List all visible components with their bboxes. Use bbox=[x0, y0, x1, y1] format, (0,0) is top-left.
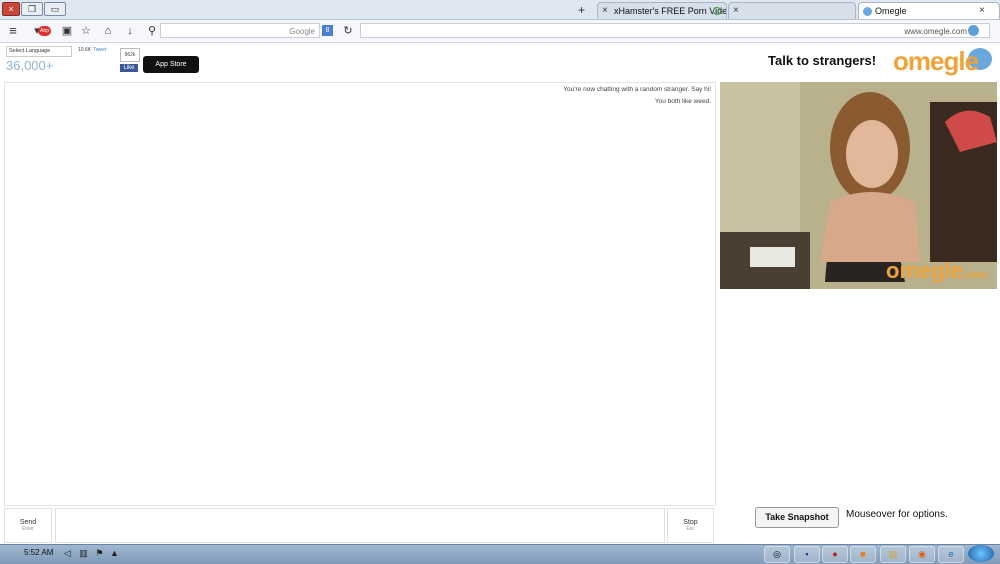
watermark-suffix: .com bbox=[963, 270, 987, 281]
system-message: You both like weed. bbox=[654, 98, 711, 105]
loading-icon bbox=[713, 7, 721, 15]
start-button[interactable] bbox=[968, 545, 994, 562]
stop-hint: Esc bbox=[686, 526, 695, 532]
reload-icon[interactable]: ↻ bbox=[341, 24, 355, 38]
mouseover-hint: Mouseover for options. bbox=[846, 509, 948, 520]
omegle-favicon-icon bbox=[863, 7, 872, 16]
restore-window-button[interactable]: ❐ bbox=[21, 2, 43, 16]
new-tab-button[interactable]: + bbox=[578, 3, 585, 17]
send-label: Send bbox=[19, 519, 37, 526]
clipboard-icon[interactable]: ▣ bbox=[60, 24, 74, 38]
tab-label: xHamster's FREE Porn Vide... bbox=[614, 6, 727, 16]
url-bar[interactable]: www.omegle.com bbox=[360, 23, 990, 38]
message-input[interactable] bbox=[55, 508, 665, 543]
photoshop-icon[interactable]: ▪ bbox=[794, 546, 820, 563]
tweet-button[interactable]: Tweet bbox=[93, 47, 106, 53]
close-tab-icon[interactable]: × bbox=[733, 3, 739, 19]
close-tab-icon[interactable]: × bbox=[979, 3, 985, 19]
send-hint: Enter bbox=[22, 526, 34, 532]
google-plus-count[interactable]: 10.6K bbox=[78, 47, 91, 53]
minimize-window-button[interactable]: ▭ bbox=[44, 2, 66, 16]
opera-icon[interactable]: ● bbox=[822, 546, 848, 563]
site-identity-icon[interactable] bbox=[968, 25, 979, 36]
chat-log: You're now chatting with a random strang… bbox=[4, 82, 716, 506]
home-icon[interactable]: ⌂ bbox=[101, 24, 115, 38]
internet-explorer-icon[interactable]: e bbox=[938, 546, 964, 563]
send-button[interactable]: Send Enter bbox=[4, 508, 52, 543]
like-count: 962k bbox=[120, 48, 140, 62]
app-icon[interactable]: ■ bbox=[850, 546, 876, 563]
action-center-icon[interactable]: ⚑ bbox=[94, 548, 105, 559]
facebook-like-button[interactable]: Like bbox=[120, 64, 138, 72]
online-count: 36,000+ bbox=[6, 58, 53, 73]
app-store-button[interactable]: App Store bbox=[143, 56, 199, 73]
download-icon[interactable]: ↓ bbox=[123, 24, 137, 38]
file-explorer-icon[interactable]: ▤ bbox=[880, 546, 906, 563]
adblock-badge[interactable]: Abp bbox=[38, 26, 51, 36]
watermark-text: omegle bbox=[886, 258, 964, 283]
search-icon[interactable]: ⚲ bbox=[145, 24, 159, 38]
firefox-icon[interactable]: ◉ bbox=[909, 546, 935, 563]
show-hidden-icons-button[interactable]: ▲ bbox=[109, 548, 120, 559]
tab-label: Omegle bbox=[875, 6, 907, 16]
tab-blank[interactable]: × bbox=[728, 2, 856, 19]
online-count-value: 36,000+ bbox=[6, 58, 54, 73]
search-input[interactable]: Google bbox=[160, 23, 320, 38]
tab-xhamster[interactable]: × xHamster's FREE Porn Vide... bbox=[597, 2, 727, 19]
menu-icon[interactable]: ≡ bbox=[6, 24, 20, 38]
network-icon[interactable]: ▥ bbox=[78, 548, 89, 559]
show-desktop-button[interactable] bbox=[6, 548, 17, 559]
take-snapshot-button[interactable]: Take Snapshot bbox=[755, 507, 839, 528]
app-store-label: App Store bbox=[155, 61, 187, 68]
search-engine-icon[interactable]: 8 bbox=[322, 25, 333, 36]
clock[interactable]: 5:52 AM bbox=[24, 548, 53, 557]
stop-label: Stop bbox=[683, 519, 698, 526]
close-window-button[interactable]: × bbox=[2, 2, 20, 16]
tab-omegle[interactable]: Omegle × bbox=[858, 2, 1000, 19]
close-tab-icon[interactable]: × bbox=[602, 3, 608, 19]
select-language-dropdown[interactable]: Select Language bbox=[6, 46, 72, 57]
volume-icon[interactable]: ◁ bbox=[62, 548, 73, 559]
system-message: You're now chatting with a random strang… bbox=[563, 86, 711, 93]
bookmark-star-icon[interactable]: ☆ bbox=[79, 24, 93, 38]
taskbar-app-icon[interactable]: ◎ bbox=[764, 546, 790, 563]
stop-button[interactable]: Stop Esc bbox=[667, 508, 714, 543]
video-watermark: omegle.com bbox=[886, 258, 986, 284]
omegle-logo: omegle bbox=[893, 46, 979, 76]
tagline: Talk to strangers! bbox=[768, 53, 877, 68]
